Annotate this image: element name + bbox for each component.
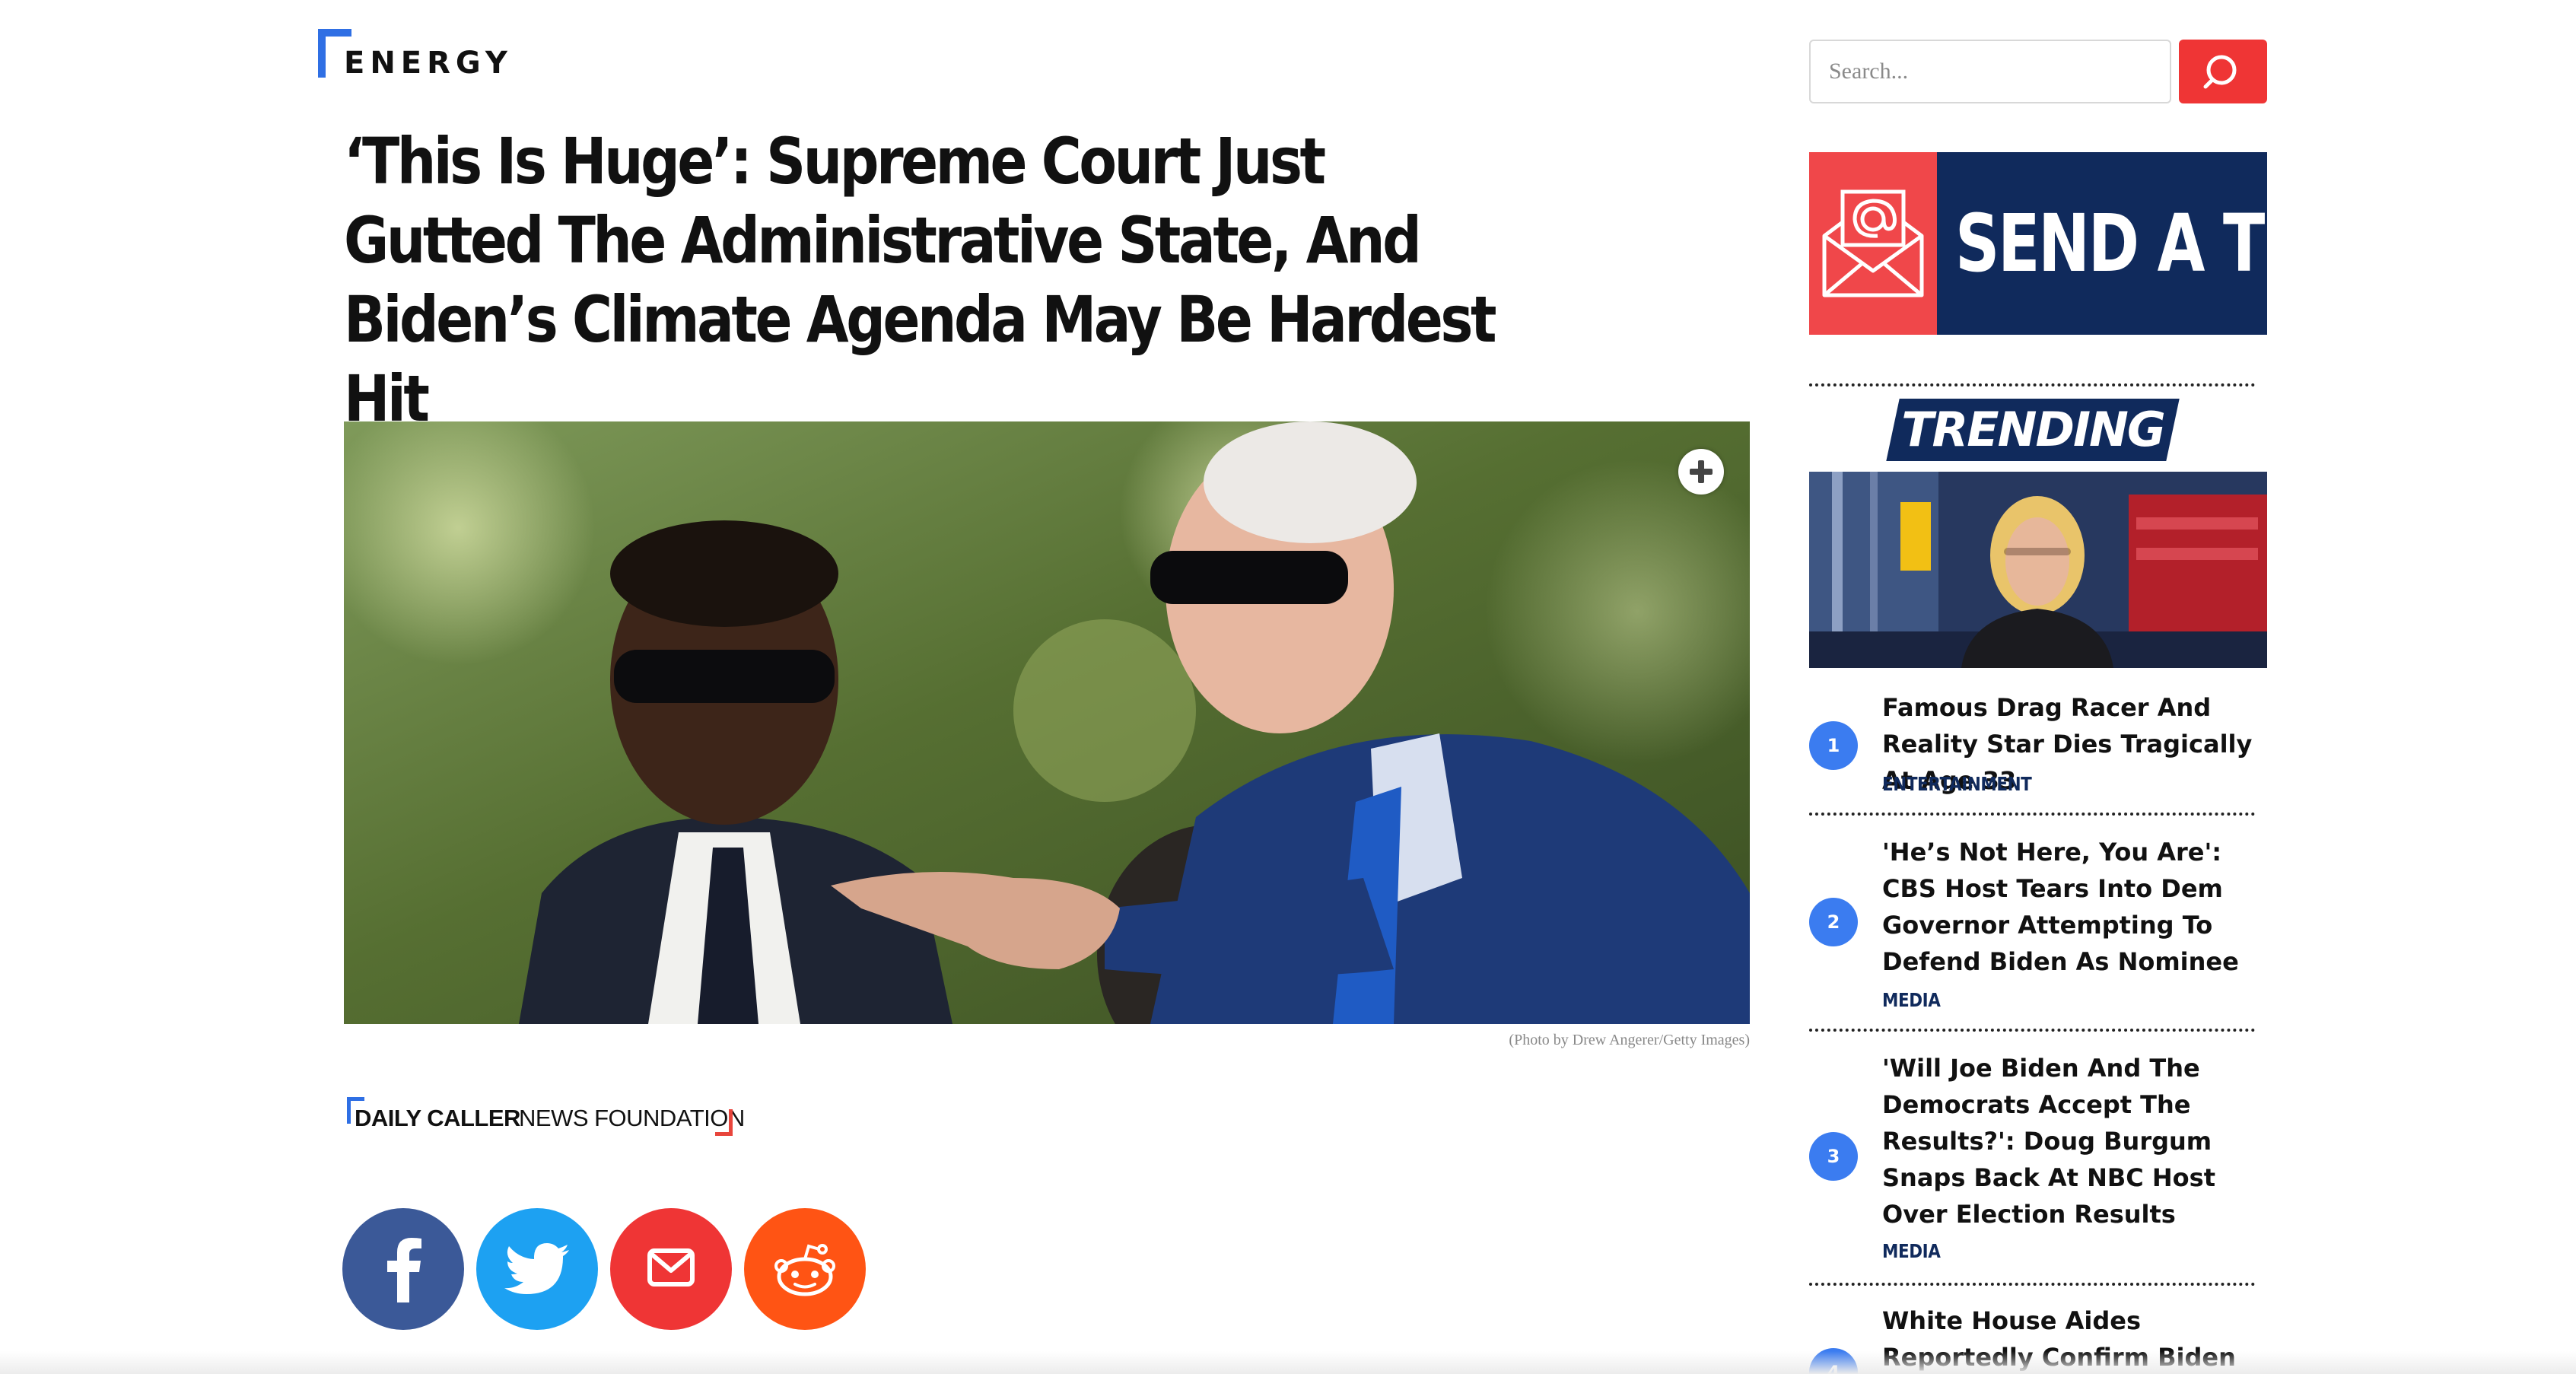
share-facebook-button[interactable] <box>342 1208 464 1330</box>
trending-item-1[interactable]: 1 Famous Drag Racer And Reality Star Die… <box>1809 689 2267 811</box>
search-icon <box>2203 55 2237 89</box>
reddit-icon <box>774 1244 835 1296</box>
logo-regular-text: NEWS FOUNDATION <box>519 1105 745 1131</box>
trending-item-title[interactable]: 'He’s Not Here, You Are': CBS Host Tears… <box>1882 834 2267 980</box>
trending-item-category[interactable]: ENTERTAINMENT <box>1882 773 2032 795</box>
send-a-tip-label: SEND A TIP <box>1955 197 2330 290</box>
category-tag[interactable]: ENERGY <box>318 29 507 82</box>
photo-credit: (Photo by Drew Angerer/Getty Images) <box>1509 1032 1750 1048</box>
dotted-divider <box>1809 813 2255 816</box>
dotted-divider <box>1809 1029 2255 1032</box>
category-label: ENERGY <box>344 46 513 81</box>
article-headline: ‘This Is Huge’: Supreme Court Just Gutte… <box>344 124 1497 436</box>
trending-item-title[interactable]: 'Will Joe Biden And The Democrats Accept… <box>1882 1050 2267 1232</box>
envelope-icon <box>647 1248 695 1287</box>
logo-bold-text: DAILY CALLER <box>355 1105 520 1131</box>
trending-heading: TRENDING <box>1901 402 2166 457</box>
share-email-button[interactable] <box>610 1208 732 1330</box>
trending-photo-illustration <box>1809 472 2267 668</box>
facebook-icon <box>387 1238 421 1302</box>
expand-image-icon[interactable] <box>1678 449 1724 495</box>
twitter-icon <box>504 1243 569 1294</box>
send-a-tip-banner[interactable]: SEND A TIP <box>1809 152 2330 335</box>
source-logo[interactable]: DAILY CALLER NEWS FOUNDATION <box>347 1097 745 1138</box>
hero-image[interactable] <box>344 421 1750 1024</box>
trending-item-2[interactable]: 2 'He’s Not Here, You Are': CBS Host Tea… <box>1809 834 2267 1016</box>
share-twitter-button[interactable] <box>476 1208 598 1330</box>
trending-rank-badge: 1 <box>1809 721 1858 770</box>
dotted-divider <box>1809 1283 2255 1286</box>
trending-thumbnail[interactable] <box>1809 472 2267 668</box>
tip-icon-panel <box>1809 152 1937 335</box>
envelope-at-icon <box>1822 189 1924 297</box>
search-button[interactable] <box>2179 40 2267 103</box>
hero-photo-illustration <box>344 421 1750 1024</box>
trending-rank-badge: 2 <box>1809 898 1858 946</box>
logo-right-bracket <box>715 1109 733 1136</box>
trending-rank-badge: 3 <box>1809 1132 1858 1181</box>
trending-item-category[interactable]: MEDIA <box>1882 1240 1941 1262</box>
dotted-divider <box>1809 383 2255 386</box>
share-reddit-button[interactable] <box>744 1208 866 1330</box>
trending-item-3[interactable]: 3 'Will Joe Biden And The Democrats Acce… <box>1809 1050 2267 1271</box>
search-input[interactable] <box>1809 40 2171 103</box>
bottom-edge-shadow <box>0 1351 2576 1374</box>
trending-item-category[interactable]: MEDIA <box>1882 989 1941 1011</box>
